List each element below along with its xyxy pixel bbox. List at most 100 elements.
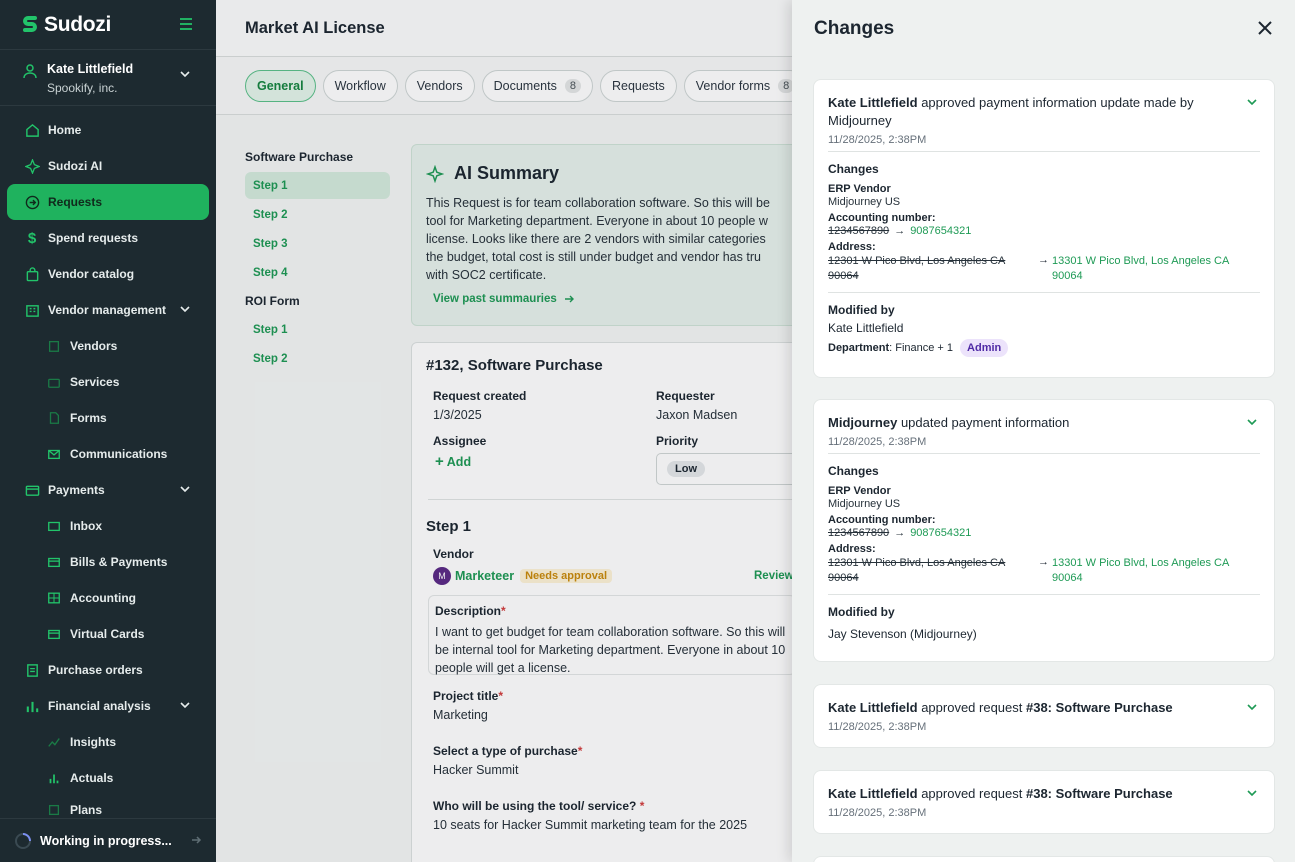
nav-catalog-label: Vendor catalog xyxy=(48,267,135,281)
department-label: Department xyxy=(828,342,890,354)
request-link[interactable]: #38: Software Purchase xyxy=(1026,700,1173,715)
request-link[interactable]: #38: Software Purchase xyxy=(1026,786,1173,801)
nav-virtual-cards-label: Virtual Cards xyxy=(70,627,145,641)
nav-sudozi-ai[interactable]: Sudozi AI xyxy=(0,148,216,184)
actor-name: Midjourney xyxy=(828,415,898,430)
nav-vendors[interactable]: Vendors xyxy=(0,328,216,364)
building-small-icon xyxy=(46,338,62,354)
timestamp: 11/28/2025, 2:38PM xyxy=(828,436,927,448)
nav-vendor-management[interactable]: Vendor management xyxy=(0,292,216,328)
receipt-icon xyxy=(24,662,40,678)
accounting-number-label: Accounting number: xyxy=(828,514,936,526)
nav-services[interactable]: Services xyxy=(0,364,216,400)
nav-requests-label: Requests xyxy=(48,195,103,209)
nav-actuals-label: Actuals xyxy=(70,771,114,785)
arrow-right-icon: → xyxy=(1038,254,1049,266)
arrow-circle-icon xyxy=(24,194,40,210)
change-entry[interactable]: Midjourney updated payment information 1… xyxy=(814,400,1274,661)
arrow-right-icon: → xyxy=(894,225,906,237)
action-text: updated payment information xyxy=(897,415,1070,430)
nav-payments-label: Payments xyxy=(48,483,105,497)
card-icon xyxy=(46,554,62,570)
working-status[interactable]: Working in progress... xyxy=(0,818,216,862)
change-entry[interactable]: Kate Littlefield approved payment inform… xyxy=(814,80,1274,377)
close-icon[interactable] xyxy=(1257,20,1273,36)
nav-payments[interactable]: Payments xyxy=(0,472,216,508)
chevron-down-icon xyxy=(180,306,190,313)
bag-icon xyxy=(24,266,40,282)
change-entry-header: Kate Littlefield approved request #38: S… xyxy=(828,699,1260,717)
nav-services-label: Services xyxy=(70,375,120,389)
sidebar: Sudozi Kate Littlefield Spookify, inc. H… xyxy=(0,0,216,862)
nav-requests[interactable]: Requests xyxy=(7,184,209,220)
erp-vendor-value: Midjourney US xyxy=(828,498,901,510)
user-org: Spookify, inc. xyxy=(47,81,118,95)
nav-plans-label: Plans xyxy=(70,803,103,817)
dollar-icon: $ xyxy=(27,229,37,247)
app-name: Sudozi xyxy=(44,12,112,36)
nav-accounting[interactable]: Accounting xyxy=(0,580,216,616)
nav-vendor-mgmt-label: Vendor management xyxy=(48,303,167,317)
nav-forms-label: Forms xyxy=(70,411,107,425)
chevron-down-icon xyxy=(180,71,190,78)
accounting-number-change: 1234567890 → 9087654321 xyxy=(828,225,1260,237)
chevron-down-icon xyxy=(180,702,190,709)
accounting-number-label: Accounting number: xyxy=(828,212,936,224)
address-change: 12301 W Pico Blvd, Los Angeles CA 90064 →… xyxy=(828,254,1260,284)
change-entry[interactable]: Kate Littlefield approved request #38: S… xyxy=(814,685,1274,747)
nav-communications[interactable]: Communications xyxy=(0,436,216,472)
nav-bills[interactable]: Bills & Payments xyxy=(0,544,216,580)
erp-vendor-label: ERP Vendor xyxy=(828,485,891,497)
modified-by-name: Kate Littlefield xyxy=(828,321,904,335)
inbox-icon xyxy=(46,518,62,534)
plans-icon xyxy=(46,802,62,818)
modified-by-label: Modified by xyxy=(828,605,895,619)
address-label: Address: xyxy=(828,543,876,555)
logo: Sudozi xyxy=(0,0,216,50)
new-value: 9087654321 xyxy=(910,225,972,237)
arrow-right-icon xyxy=(192,836,202,844)
accounting-number-change: 1234567890 → 9087654321 xyxy=(828,527,1260,539)
nav-inbox[interactable]: Inbox xyxy=(0,508,216,544)
bar-chart-icon xyxy=(24,698,40,714)
sparkle-icon xyxy=(24,158,40,174)
chevron-down-icon xyxy=(180,486,190,493)
nav-home-label: Home xyxy=(48,123,82,137)
changes-panel: Changes Kate Littlefield approved paymen… xyxy=(792,0,1295,862)
bar-chart-icon xyxy=(46,770,62,786)
nav-forms[interactable]: Forms xyxy=(0,400,216,436)
nav-spend-requests[interactable]: $ Spend requests xyxy=(0,220,216,256)
modified-by-label: Modified by xyxy=(828,303,895,317)
change-entry[interactable]: Kate Littlefield approved request #38: S… xyxy=(814,771,1274,833)
nav-vendors-label: Vendors xyxy=(70,339,118,353)
nav-home[interactable]: Home xyxy=(0,112,216,148)
nav-inbox-label: Inbox xyxy=(70,519,102,533)
modified-by-name: Jay Stevenson (Midjourney) xyxy=(828,627,977,641)
nav-actuals[interactable]: Actuals xyxy=(0,760,216,796)
divider xyxy=(828,292,1260,293)
changes-heading: Changes xyxy=(828,464,879,478)
nav-insights[interactable]: Insights xyxy=(0,724,216,760)
trend-icon xyxy=(46,734,62,750)
nav-financial-analysis[interactable]: Financial analysis xyxy=(0,688,216,724)
old-value: 1234567890 xyxy=(828,527,890,539)
user-switcher[interactable]: Kate Littlefield Spookify, inc. xyxy=(0,50,216,106)
action-text: approved request xyxy=(917,700,1026,715)
change-entry-header: Midjourney updated payment information xyxy=(828,414,1260,432)
chevron-down-icon[interactable] xyxy=(1246,701,1258,713)
chevron-down-icon[interactable] xyxy=(1246,96,1258,108)
chevron-down-icon[interactable] xyxy=(1246,787,1258,799)
nav-purchase-orders[interactable]: Purchase orders xyxy=(0,652,216,688)
nav-vendor-catalog[interactable]: Vendor catalog xyxy=(0,256,216,292)
change-entry[interactable] xyxy=(814,857,1274,862)
menu-icon[interactable] xyxy=(178,16,194,32)
nav-spend-label: Spend requests xyxy=(48,231,139,245)
old-value: 12301 W Pico Blvd, Los Angeles CA 90064 xyxy=(828,557,1006,584)
nav-virtual-cards[interactable]: Virtual Cards xyxy=(0,616,216,652)
change-entry-header: Kate Littlefield approved request #38: S… xyxy=(828,785,1260,803)
mail-icon xyxy=(46,446,62,462)
ledger-icon xyxy=(46,590,62,606)
spinner-icon xyxy=(15,832,31,849)
panel-header: Changes xyxy=(792,0,1295,57)
chevron-down-icon[interactable] xyxy=(1246,416,1258,428)
